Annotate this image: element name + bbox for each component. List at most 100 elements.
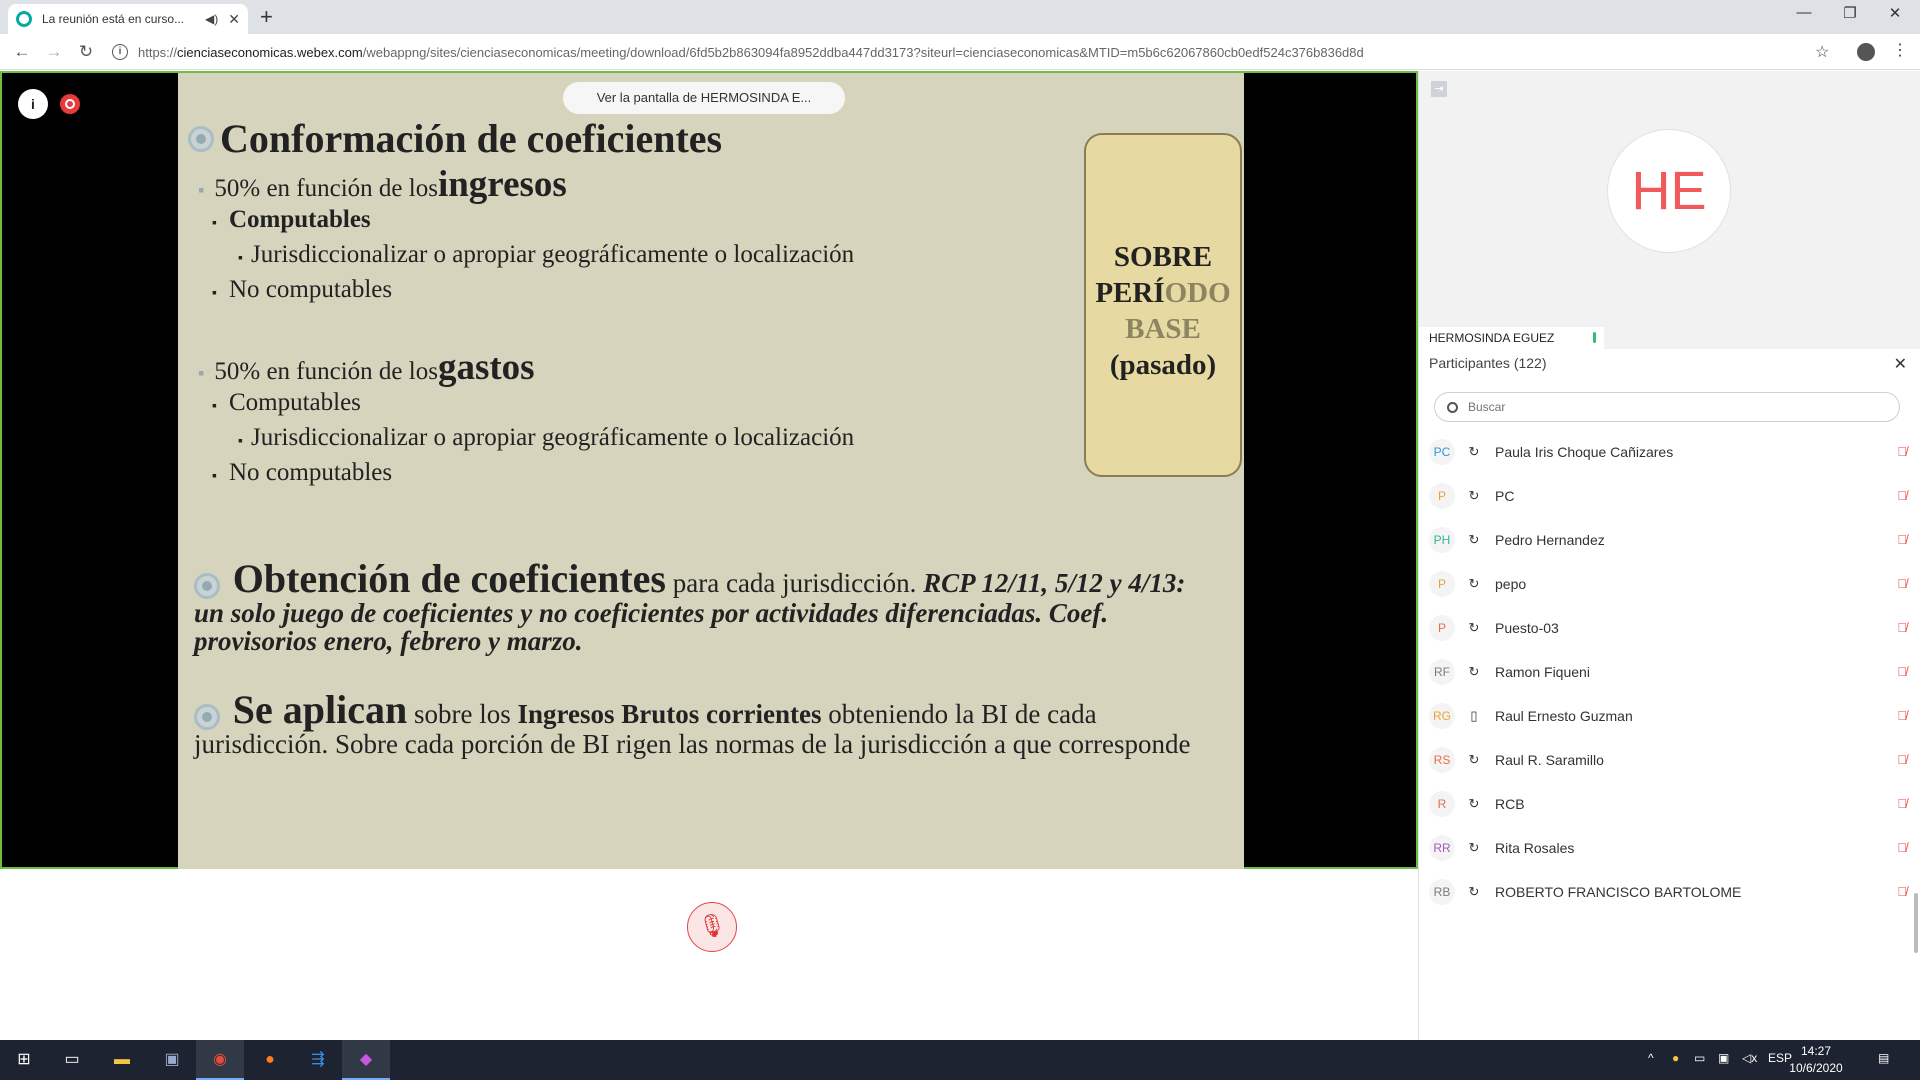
chrome-icon[interactable]: ◉ <box>196 1040 244 1080</box>
new-tab-button[interactable]: + <box>260 5 273 29</box>
participant-row[interactable]: RS ↻ Raul R. Saramillo 🎙̸ <box>1419 738 1920 782</box>
shared-screen-view: i Ver la pantalla de HERMOSINDA E... Con… <box>0 71 1418 869</box>
firefox-icon[interactable]: ● <box>246 1040 294 1080</box>
omnibox[interactable]: i https://cienciaseconomicas.webex.com/w… <box>112 39 1832 65</box>
participant-row[interactable]: RG ▯ Raul Ernesto Guzman 🎙̸ <box>1419 694 1920 738</box>
participant-avatar: RG <box>1429 703 1455 729</box>
muted-mic-icon[interactable]: 🎙̸ <box>1897 840 1907 855</box>
close-window-button[interactable]: ✕ <box>1875 4 1915 22</box>
participant-row[interactable]: RM↻ROBERTO MAGNO🎙̸ <box>1419 914 1920 922</box>
slide-bullet-ingresos: ▪ 50% en función de los ingresos <box>198 164 567 205</box>
participant-row[interactable]: RR ↻ Rita Rosales 🎙̸ <box>1419 826 1920 870</box>
site-info-icon[interactable]: i <box>112 44 128 60</box>
right-panel: ⇥ HE HERMOSINDA EGUEZ Participantes (122… <box>1418 71 1920 1040</box>
muted-mic-icon[interactable]: 🎙̸ <box>1897 532 1907 547</box>
url-text: https://cienciaseconomicas.webex.com/web… <box>138 44 1364 60</box>
participant-avatar: P <box>1429 483 1455 509</box>
participant-device-icon: ▯ <box>1470 708 1478 723</box>
participant-device-icon: ↻ <box>1468 576 1480 591</box>
participant-avatar: R <box>1429 791 1455 817</box>
muted-mic-icon[interactable]: 🎙̸ <box>1897 620 1907 635</box>
view-screen-label[interactable]: Ver la pantalla de HERMOSINDA E... <box>563 82 845 114</box>
participant-name: Ramon Fiqueni <box>1495 664 1590 680</box>
muted-mic-icon[interactable]: 🎙̸ <box>1897 884 1907 899</box>
participant-device-icon: ↻ <box>1468 752 1480 767</box>
presentation-slide: Ver la pantalla de HERMOSINDA E... Confo… <box>178 73 1244 869</box>
participant-row[interactable]: P ↻ PC 🎙̸ <box>1419 474 1920 518</box>
participants-header: Participantes (122) ✕ <box>1419 351 1920 379</box>
minimize-button[interactable]: — <box>1784 4 1824 21</box>
active-speaker-tile: ⇥ HE HERMOSINDA EGUEZ <box>1419 71 1920 349</box>
participant-row[interactable]: P ↻ Puesto-03 🎙̸ <box>1419 606 1920 650</box>
slide-obtencion-paragraph: Obtención de coeficientes para cada juri… <box>194 556 1186 656</box>
slide-se-aplican-paragraph: Se aplican sobre los Ingresos Brutos cor… <box>194 687 1191 759</box>
bullet-circle-icon <box>188 125 214 152</box>
volume-muted-icon[interactable]: ◁x <box>1742 1051 1757 1065</box>
participant-device-icon: ↻ <box>1468 488 1480 503</box>
tab-title: La reunión está en curso... <box>42 12 185 26</box>
back-button[interactable]: ← <box>10 42 34 62</box>
browser-tab[interactable]: La reunión está en curso... ◀) ✕ <box>8 4 248 34</box>
profile-avatar-icon[interactable] <box>1857 43 1875 61</box>
search-input[interactable] <box>1468 400 1888 414</box>
muted-mic-icon[interactable]: 🎙̸ <box>1897 664 1907 679</box>
bookmark-star-icon[interactable]: ☆ <box>1815 42 1829 62</box>
app-icon[interactable]: ▣ <box>148 1040 196 1080</box>
participant-search-field[interactable] <box>1434 392 1900 422</box>
muted-mic-icon[interactable]: 🎙̸ <box>1897 752 1907 767</box>
participant-name: ROBERTO FRANCISCO BARTOLOME <box>1495 884 1742 900</box>
participant-row[interactable]: P ↻ pepo 🎙̸ <box>1419 562 1920 606</box>
browser-menu-icon[interactable]: ⋮ <box>1892 40 1908 60</box>
muted-mic-icon[interactable]: 🎙̸ <box>1897 708 1907 723</box>
participant-avatar: RF <box>1429 659 1455 685</box>
muted-mic-icon[interactable]: 🎙̸ <box>1897 576 1907 591</box>
tray-app-icon[interactable]: ● <box>1672 1051 1679 1065</box>
participant-row[interactable]: PC ↻ Paula Iris Choque Cañizares 🎙̸ <box>1419 430 1920 474</box>
microphone-muted-button[interactable]: 🎙 <box>687 902 737 952</box>
restore-button[interactable]: ❐ <box>1830 4 1870 22</box>
meeting-info-button[interactable]: i <box>18 89 48 119</box>
file-explorer-icon[interactable]: ▬ <box>98 1040 146 1080</box>
muted-mic-icon[interactable]: 🎙̸ <box>1897 488 1907 503</box>
participant-device-icon: ↻ <box>1468 620 1480 635</box>
display-icon[interactable]: ▣ <box>1718 1051 1729 1065</box>
network-icon[interactable]: ▭ <box>1694 1051 1705 1065</box>
slide-subsub-jurisdiccionalizar-1: ▪ Jurisdiccionalizar o apropiar geográfic… <box>238 241 855 268</box>
participant-row[interactable]: RF ↻ Ramon Fiqueni 🎙̸ <box>1419 650 1920 694</box>
slide-bullet-gastos: ▪ 50% en función de los gastos <box>198 347 535 388</box>
notifications-icon[interactable]: ▤ <box>1878 1051 1889 1065</box>
forward-button[interactable]: → <box>42 42 66 62</box>
slide-sub-no-computables-2: ▪ No computables <box>212 459 393 486</box>
system-clock[interactable]: 14:27 10/6/2020 <box>1786 1043 1846 1077</box>
show-hidden-icons-icon[interactable]: ^ <box>1648 1051 1654 1065</box>
slide-sub-computables-bold: ▪ Computables <box>212 206 371 233</box>
task-view-icon[interactable]: ▭ <box>48 1040 96 1080</box>
close-participants-icon[interactable]: ✕ <box>1894 354 1907 374</box>
participant-name: Raul Ernesto Guzman <box>1495 708 1633 724</box>
participant-row[interactable]: R ↻ RCB 🎙̸ <box>1419 782 1920 826</box>
webex-meetings-icon[interactable]: ◆ <box>342 1040 390 1080</box>
recording-indicator-icon[interactable] <box>60 94 80 114</box>
participant-name: PC <box>1495 488 1515 504</box>
participant-device-icon: ↻ <box>1468 444 1480 459</box>
reload-button[interactable]: ↻ <box>74 42 98 62</box>
collapse-panel-icon[interactable]: ⇥ <box>1431 81 1447 97</box>
participant-device-icon: ↻ <box>1468 884 1480 899</box>
windows-start-icon[interactable]: ⊞ <box>0 1040 48 1080</box>
participant-list-scrollbar[interactable] <box>1914 893 1918 953</box>
muted-mic-icon[interactable]: 🎙̸ <box>1897 796 1907 811</box>
participant-device-icon: ↻ <box>1468 840 1480 855</box>
webex-icon[interactable]: ⇶ <box>294 1040 342 1080</box>
participant-list: PC ↻ Paula Iris Choque Cañizares 🎙̸ P ↻ PC 🎙̸ PH… <box>1419 430 1920 922</box>
participant-row[interactable]: RB ↻ ROBERTO FRANCISCO BARTOLOME 🎙̸ <box>1419 870 1920 914</box>
participant-row[interactable]: PH ↻ Pedro Hernandez 🎙̸ <box>1419 518 1920 562</box>
muted-mic-icon[interactable]: 🎙̸ <box>1897 444 1907 459</box>
participant-name: pepo <box>1495 576 1527 592</box>
participant-avatar: PH <box>1429 527 1455 553</box>
webex-favicon-icon <box>16 11 32 27</box>
slide-sub-computables: ▪ Computables <box>212 389 361 416</box>
slide-subsub-jurisdiccionalizar-2: ▪ Jurisdiccionalizar o apropiar geográfic… <box>238 424 855 451</box>
tab-close-icon[interactable]: ✕ <box>228 11 240 28</box>
audio-playing-icon[interactable]: ◀) <box>205 12 218 26</box>
participant-device-icon: ↻ <box>1468 796 1480 811</box>
